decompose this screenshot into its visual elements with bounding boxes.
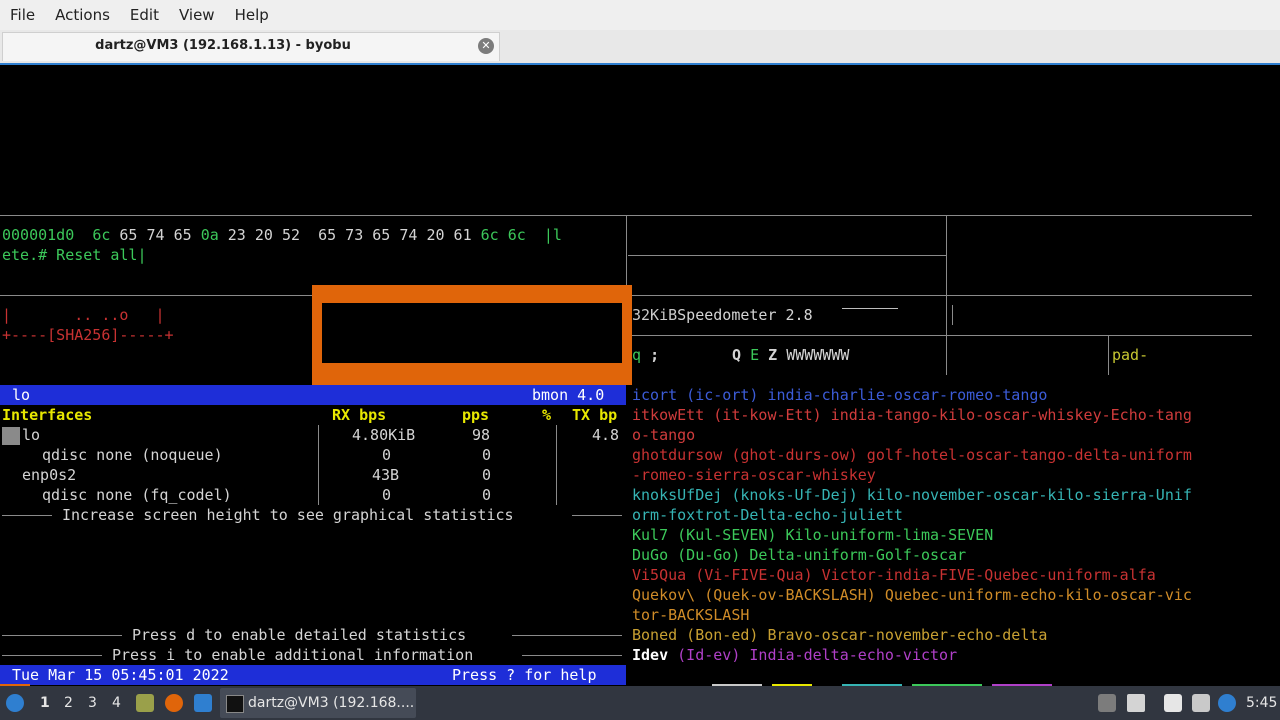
rule [572, 515, 622, 516]
pane-divider [1108, 335, 1109, 375]
orange-box-inner [322, 303, 622, 363]
file-manager-icon[interactable] [136, 694, 154, 712]
bmon-header-tx: TX bp [572, 406, 618, 424]
workspace-1[interactable]: 1 [40, 686, 50, 720]
randomart-footer: +----[SHA256]-----+ [2, 326, 174, 344]
list-item: tor-BACKSLASH [632, 606, 750, 624]
terminal-tab[interactable]: dartz@VM3 (192.168.1.13) - byobu ✕ [2, 32, 500, 61]
list-item: itkowEtt (it-kow-Ett) india-tango-kilo-o… [632, 406, 1192, 424]
window-title: dartz@VM3 (192.168.... [248, 695, 415, 711]
bmon-header-interfaces: Interfaces [2, 406, 93, 424]
speedometer-keys: q ; [632, 346, 660, 364]
workspace-4[interactable]: 4 [112, 686, 121, 720]
bmon-help: Press ? for help [452, 666, 597, 684]
detail-hint: Press d to enable detailed statistics [132, 626, 467, 644]
taskbar-window-button[interactable]: dartz@VM3 (192.168.... [220, 688, 416, 718]
list-item: -romeo-sierra-oscar-whiskey [632, 466, 876, 484]
rule [2, 655, 102, 656]
iface-name: lo [22, 426, 41, 444]
hexdump-line: 000001d0 6c 65 74 65 0a 23 20 52 65 73 6… [2, 226, 562, 244]
list-item: Idev (Id-ev) India-delta-echo-victor [632, 646, 958, 664]
list-item: ghotdursow (ghot-durs-ow) golf-hotel-osc… [632, 446, 1192, 464]
bmon-title-bar: lo bmon 4.0 [0, 385, 626, 405]
clock: 5:45 [1246, 695, 1278, 711]
menu-actions[interactable]: Actions [45, 6, 120, 24]
bmon-header-pct: % [542, 406, 552, 424]
list-item: Quekov\ (Quek-ov-BACKSLASH) Quebec-unifo… [632, 586, 1192, 604]
rx-value: 4.80KiB [352, 426, 416, 444]
pps-value: 0 [482, 446, 492, 464]
tab-title: dartz@VM3 (192.168.1.13) - byobu [95, 38, 351, 53]
info-hint: Press i to enable additional information [112, 646, 474, 664]
pps-value: 0 [482, 466, 492, 484]
list-item: orm-foxtrot-Delta-echo-juliett [632, 506, 903, 524]
menu-edit[interactable]: Edit [120, 6, 169, 24]
speedometer-header: 32KiBSpeedometer 2.8 [632, 306, 813, 324]
menubar: File Actions Edit View Help [0, 0, 1280, 30]
pps-value: 0 [482, 486, 492, 504]
speedometer-pad: pad- [1112, 346, 1149, 364]
column-divider [318, 425, 319, 505]
rule [2, 515, 52, 516]
rx-value: 43B [372, 466, 400, 484]
iface-name: qdisc none (fq_codel) [42, 486, 232, 504]
pane-divider [628, 255, 946, 256]
list-item: Kul7 (Kul-SEVEN) Kilo-uniform-lima-SEVEN [632, 526, 994, 544]
list-item: knoksUfDej (knoks-Uf-Dej) kilo-november-… [632, 486, 1192, 504]
list-item: Boned (Bon-ed) Bravo-oscar-november-echo… [632, 626, 1048, 644]
terminal-area[interactable]: 000001d0 6c 65 74 65 0a 23 20 52 65 73 6… [0, 63, 1280, 686]
list-item: Vi5Qua (Vi-FIVE-Qua) Victor-india-FIVE-Q… [632, 566, 1156, 584]
terminal-icon [226, 695, 244, 713]
menu-view[interactable]: View [169, 6, 225, 24]
list-item: o-tango [632, 426, 696, 444]
rule [522, 655, 622, 656]
workspace-3[interactable]: 3 [88, 686, 97, 720]
rx-value: 0 [382, 486, 392, 504]
speedometer-keys-2: Q E Z WWWWWWW [732, 346, 850, 364]
update-notifier-icon[interactable] [1218, 694, 1236, 712]
iface-name: enp0s2 [22, 466, 77, 484]
taskbar: 1 2 3 4 dartz@VM3 (192.168.... 5:45 [0, 686, 1280, 720]
menu-help[interactable]: Help [225, 6, 279, 24]
bmon-version: bmon 4.0 [532, 386, 605, 404]
bmon-iface: lo [12, 386, 31, 404]
pane-divider [946, 215, 947, 375]
menu-file[interactable]: File [0, 6, 45, 24]
bmon-datetime: Tue Mar 15 05:45:01 2022 [12, 666, 229, 684]
rule [2, 635, 122, 636]
list-item: DuGo (Du-Go) Delta-uniform-Golf-oscar [632, 546, 967, 564]
iface-name: qdisc none (noqueue) [42, 446, 223, 464]
row-cursor [2, 427, 20, 445]
orange-highlight-box [312, 285, 632, 385]
app-menu-icon[interactable] [6, 694, 24, 712]
close-icon[interactable]: ✕ [478, 38, 494, 54]
bmon-header-rx: RX bps [332, 406, 387, 424]
bmon-header-pps: pps [462, 406, 490, 424]
workspace-2[interactable]: 2 [64, 686, 73, 720]
rx-value: 0 [382, 446, 392, 464]
bmon-status-bar: Tue Mar 15 05:45:01 2022 Press ? for hel… [0, 665, 626, 685]
network-icon[interactable] [1192, 694, 1210, 712]
column-divider [556, 425, 557, 505]
randomart-line: | .. ..o | [2, 306, 165, 324]
graph-hint: Increase screen height to see graphical … [62, 506, 514, 524]
hexdump-ascii-line: ete.# Reset all| [2, 246, 147, 264]
speedometer-bar [842, 308, 898, 309]
desktop-icon[interactable] [194, 694, 212, 712]
rule [512, 635, 622, 636]
firefox-icon[interactable] [165, 694, 183, 712]
list-item: icort (ic-ort) india-charlie-oscar-romeo… [632, 386, 1048, 404]
tray-arrow-icon[interactable] [1098, 694, 1116, 712]
pane-divider [952, 305, 953, 325]
volume-icon[interactable] [1127, 694, 1145, 712]
tx-value: 4.8 [592, 426, 620, 444]
pps-value: 98 [472, 426, 491, 444]
clipboard-icon[interactable] [1164, 694, 1182, 712]
tab-strip: dartz@VM3 (192.168.1.13) - byobu ✕ [0, 30, 1280, 64]
pane-divider [628, 335, 1252, 336]
